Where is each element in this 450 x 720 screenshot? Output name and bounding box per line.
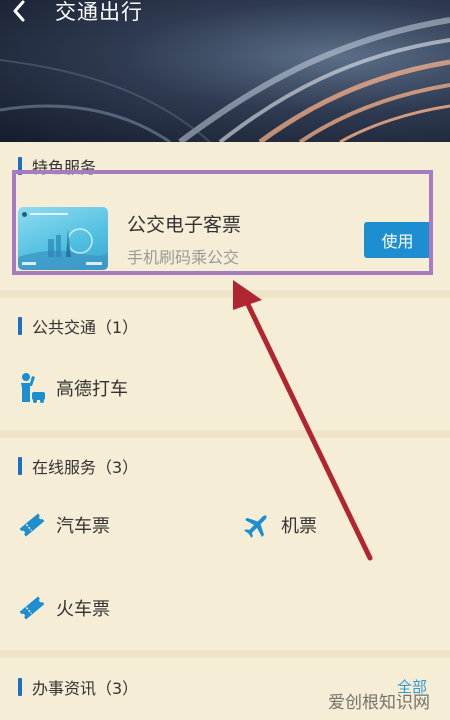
section-divider [0, 430, 450, 438]
section-divider [0, 650, 450, 658]
gaode-taxi-label: 高德打车 [56, 379, 128, 400]
back-button[interactable] [12, 0, 48, 26]
ticket-icon [19, 513, 45, 537]
affairs-header: 办事资讯（3） [18, 675, 138, 699]
list-item-bus-ticket[interactable]: 汽车票 [18, 511, 110, 539]
section-marker [18, 317, 22, 335]
affairs-title: 办事资讯（3） [32, 679, 139, 698]
list-item-gaode-taxi[interactable]: 高德打车 [18, 372, 128, 404]
airplane-icon [244, 515, 267, 538]
public-transport-title: 公共交通（1） [32, 318, 139, 337]
public-transport-header: 公共交通（1） [18, 314, 138, 338]
list-item-train-ticket[interactable]: 火车票 [18, 594, 110, 622]
list-item-flight-ticket[interactable]: 机票 [243, 511, 317, 539]
watermark: 爱创根知识网 [328, 693, 430, 713]
section-divider [0, 290, 450, 298]
online-services-title: 在线服务（3） [32, 458, 139, 477]
section-marker [18, 457, 22, 475]
header-banner: 交通出行 [0, 0, 450, 142]
section-marker [18, 678, 22, 696]
flight-ticket-label: 机票 [281, 516, 317, 537]
taxi-person-icon [21, 373, 45, 403]
train-ticket-label: 火车票 [56, 599, 110, 620]
page-title: 交通出行 [55, 0, 143, 24]
bus-ticket-label: 汽车票 [56, 516, 110, 537]
ticket-icon [19, 596, 45, 620]
online-services-header: 在线服务（3） [18, 454, 138, 478]
chevron-left-icon [13, 0, 25, 22]
highlight-box [12, 170, 433, 275]
